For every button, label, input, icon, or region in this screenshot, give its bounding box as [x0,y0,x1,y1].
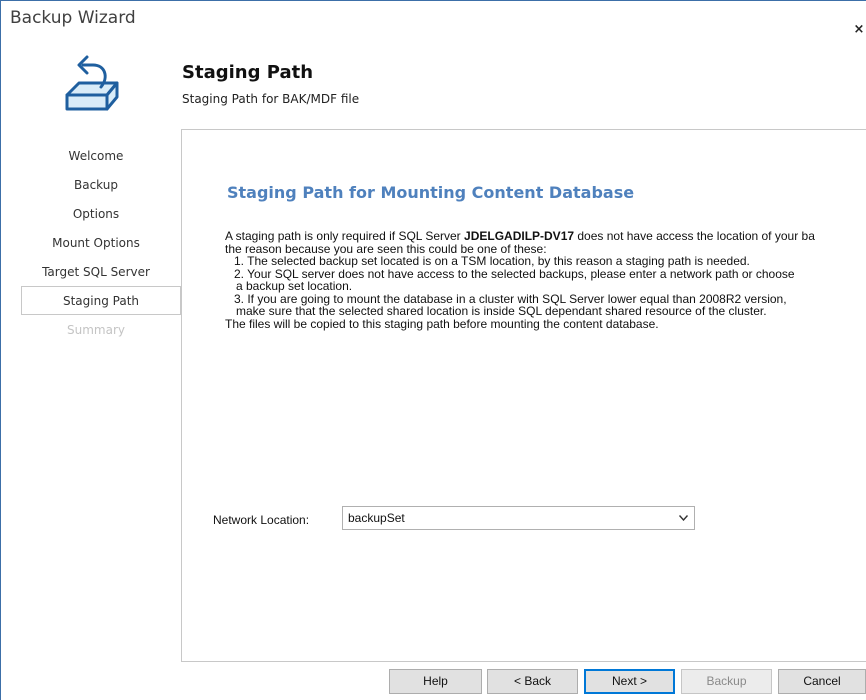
step-mount-options[interactable]: Mount Options [21,228,171,257]
intro-before: A staging path is only required if SQL S… [225,229,465,243]
step-summary: Summary [67,323,125,337]
content-panel: Staging Path for Mounting Content Databa… [181,129,866,662]
reason-item-3b: make sure that the selected shared locat… [236,304,767,318]
network-location-label: Network Location: [213,513,310,527]
intro-after: does not have access the location of you… [574,229,815,243]
step-staging-path[interactable]: Staging Path [21,286,181,315]
step-options[interactable]: Options [21,199,171,228]
description-footer: The files will be copied to this staging… [225,316,659,331]
step-target-sql-server[interactable]: Target SQL Server [21,257,171,286]
section-title: Staging Path for Mounting Content Databa… [227,183,635,202]
title-bar: Backup Wizard × [1,1,866,37]
backup-button: Backup [681,669,772,694]
wizard-steps: Welcome Backup Options Mount Options Tar… [21,141,181,344]
reason-item-1: 1. The selected backup set located is on… [234,254,750,268]
page-title: Staging Path [182,62,314,83]
next-button[interactable]: Next > [584,669,675,694]
backup-wizard-window: Backup Wizard × Staging Path Staging Pat… [0,0,866,700]
chevron-down-icon [679,515,688,521]
page-subtitle: Staging Path for BAK/MDF file [182,92,360,106]
network-location-select[interactable]: backupSet [342,506,695,530]
help-button[interactable]: Help [389,669,482,694]
description-line-intro: A staging path is only required if SQL S… [225,230,866,243]
close-icon[interactable]: × [851,21,866,39]
window-title: Backup Wizard [10,8,136,28]
server-name: JDELGADILP-DV17 [464,229,575,243]
backup-disk-arrow-icon [65,55,119,111]
step-welcome[interactable]: Welcome [21,141,171,170]
reason-item-2b: a backup set location. [236,279,353,293]
staging-description: A staging path is only required if SQL S… [225,230,866,330]
step-backup[interactable]: Backup [21,170,171,199]
network-location-value: backupSet [348,511,405,525]
back-button[interactable]: < Back [487,669,578,694]
cancel-button[interactable]: Cancel [778,669,866,694]
